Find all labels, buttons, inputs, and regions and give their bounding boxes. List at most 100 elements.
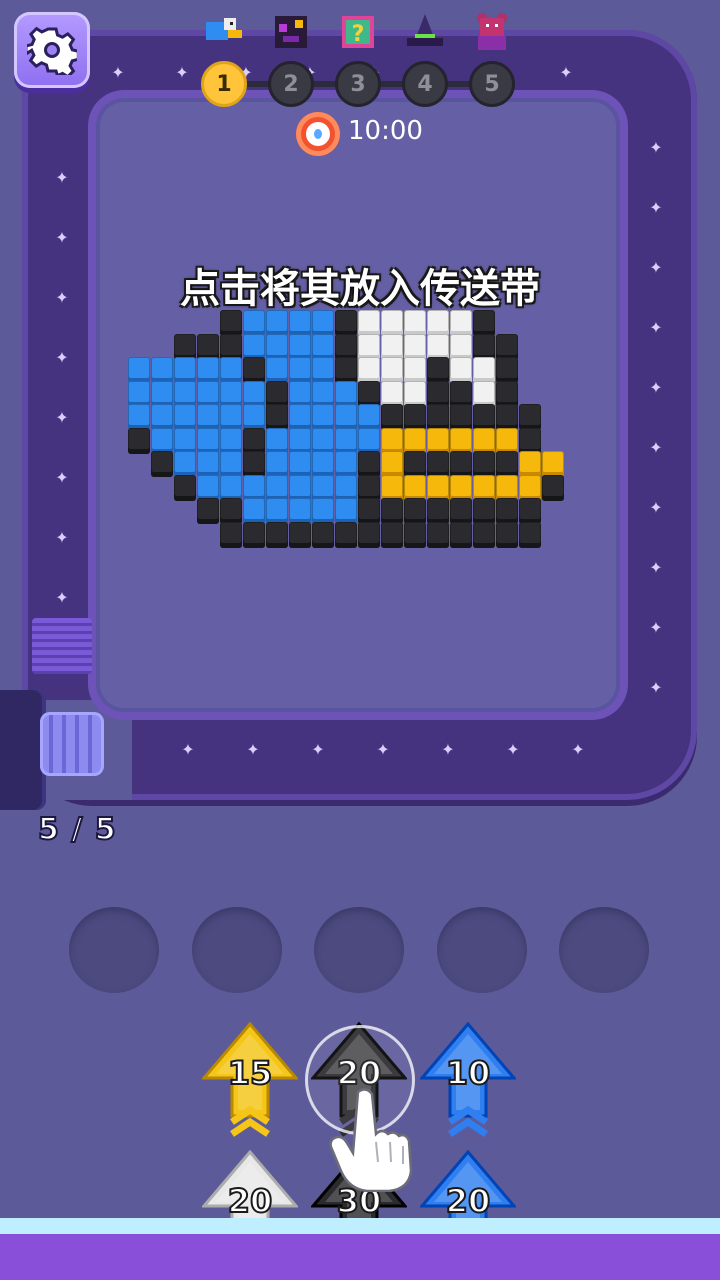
pixel-cube [243, 451, 265, 477]
star-decoration: ✦ [111, 63, 125, 82]
pixel-cube [427, 333, 449, 360]
mystery-box-icon: ? [336, 10, 380, 54]
pixel-cube [243, 333, 265, 360]
pixel-cube [243, 404, 265, 430]
pixel-cube [128, 357, 150, 383]
star-decoration: ✦ [246, 740, 260, 759]
pixel-cube [358, 380, 380, 407]
stopwatch-icon [296, 112, 340, 156]
pixel-cube [243, 498, 265, 524]
star-decoration: ✦ [55, 288, 69, 307]
pixel-cube [151, 451, 173, 477]
pixel-cube [496, 333, 518, 360]
pixel-cube [220, 333, 242, 360]
star-decoration: ✦ [506, 740, 520, 759]
blue-bird-icon [202, 10, 246, 54]
pixel-cube [381, 451, 403, 477]
star-decoration: ✦ [649, 138, 663, 157]
pixel-cube [197, 404, 219, 430]
pixel-cube [174, 357, 196, 383]
pixel-cube [496, 357, 518, 383]
pixel-cube [197, 333, 219, 360]
pixel-cube [496, 521, 518, 548]
pixel-cube [519, 404, 541, 430]
star-decoration: ✦ [649, 438, 663, 457]
pixel-cube [312, 474, 334, 501]
star-decoration: ✦ [311, 740, 325, 759]
pixel-cube [427, 404, 449, 430]
star-decoration: ✦ [559, 63, 573, 82]
bottom-bar [0, 1234, 720, 1280]
pixel-cube [151, 357, 173, 383]
pixel-cube [220, 427, 242, 454]
front-shooter-3[interactable]: 10 [418, 1021, 518, 1142]
pixel-cube [450, 427, 472, 454]
pixel-cube [473, 521, 495, 548]
pixel-cube [496, 474, 518, 501]
holding-slot[interactable] [559, 907, 649, 993]
pixel-cube [312, 357, 334, 383]
pixel-cube [404, 498, 426, 524]
pixel-cube [427, 498, 449, 524]
shooter-count: 20 [227, 1181, 274, 1221]
pixel-cube [427, 521, 449, 548]
pixel-cube [335, 451, 357, 477]
pixel-cube [381, 521, 403, 548]
pixel-cube [473, 474, 495, 501]
pixel-cube [450, 451, 472, 477]
pixel-cube [381, 498, 403, 524]
pixel-cube [266, 427, 288, 454]
pixel-cube [266, 521, 288, 548]
pixel-cube [289, 451, 311, 477]
pixel-cube [335, 521, 357, 548]
pixel-cube [358, 498, 380, 524]
pixel-cube [404, 380, 426, 407]
gear-icon [27, 26, 77, 75]
holding-slot[interactable] [191, 907, 282, 993]
settings-button[interactable] [14, 12, 90, 88]
pixel-cube [496, 427, 518, 454]
front-shooter-1[interactable]: 15 [200, 1021, 300, 1142]
pixel-cube [289, 521, 311, 548]
star-decoration: ✦ [55, 228, 69, 247]
star-decoration: ✦ [649, 378, 663, 397]
pixel-cube [335, 404, 357, 430]
pixel-cube [335, 474, 357, 501]
pixel-cube [519, 498, 541, 524]
pixel-cube [243, 474, 265, 501]
star-decoration: ✦ [649, 558, 663, 577]
pixel-cube [220, 474, 242, 501]
pixel-cube [404, 451, 426, 477]
level-3-indicator: 3 [335, 61, 381, 107]
pixel-cube [450, 498, 472, 524]
pixel-cube [473, 333, 495, 360]
star-decoration: ✦ [55, 168, 69, 187]
pixel-cube [335, 427, 357, 454]
star-decoration: ✦ [55, 528, 69, 547]
feeder-coin-stack [40, 712, 104, 776]
pixel-cube [450, 357, 472, 383]
pointing-hand-icon [329, 1088, 413, 1192]
pixel-cube [197, 427, 219, 454]
conveyor-entry-slot [32, 618, 92, 674]
pixel-cube [404, 404, 426, 430]
pixel-cube [289, 427, 311, 454]
star-decoration: ✦ [55, 468, 69, 487]
witch-hat-icon [403, 10, 447, 54]
pixel-cube [220, 451, 242, 477]
pixel-cube [496, 498, 518, 524]
holding-slot[interactable] [436, 907, 527, 993]
pixel-cube [381, 474, 403, 501]
pixel-cube [358, 521, 380, 548]
red-bear-icon [470, 10, 514, 54]
holding-slot[interactable] [69, 907, 159, 993]
pixel-cube [197, 357, 219, 383]
pixel-cube [289, 498, 311, 524]
pixel-cube [404, 333, 426, 360]
holding-slot[interactable] [314, 907, 404, 993]
star-decoration: ✦ [649, 678, 663, 697]
pixel-cube [266, 498, 288, 524]
star-decoration: ✦ [649, 198, 663, 217]
pixel-cube [243, 521, 265, 548]
pixel-cube [174, 451, 196, 477]
